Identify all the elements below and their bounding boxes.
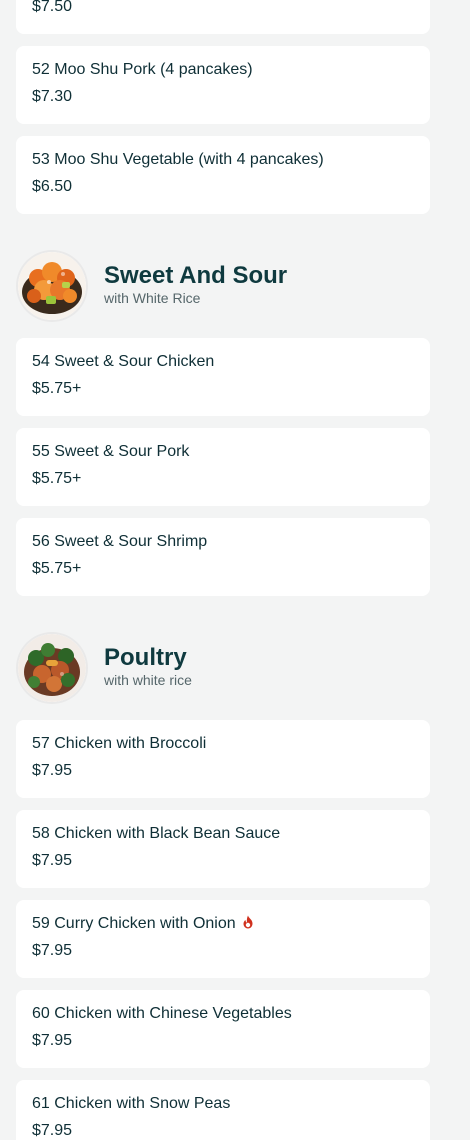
section-header-sweet-and-sour: Sweet And Sour with White Rice — [0, 252, 470, 324]
item-price: $7.95 — [32, 1122, 73, 1139]
menu-item-card[interactable]: $7.50 — [16, 0, 430, 34]
item-price: $7.95 — [32, 762, 73, 779]
item-price: $7.95 — [32, 942, 73, 959]
item-price: $5.75+ — [32, 560, 82, 577]
section-title: Sweet And Sour — [104, 262, 288, 289]
item-price: $7.50 — [32, 0, 73, 15]
item-name: 56 Sweet & Sour Shrimp — [32, 533, 208, 550]
item-price: $7.95 — [32, 852, 73, 869]
item-name: 52 Moo Shu Pork (4 pancakes) — [32, 61, 253, 78]
menu-item-card[interactable]: 60 Chicken with Chinese Vegetables $7.95 — [16, 990, 430, 1068]
section-title: Poultry — [104, 644, 187, 671]
section-subtitle: with White Rice — [104, 290, 201, 306]
item-name-row: 59 Curry Chicken with Onion — [32, 915, 254, 934]
item-name: 55 Sweet & Sour Pork — [32, 443, 190, 460]
menu-item-card[interactable]: 54 Sweet & Sour Chicken $5.75+ — [16, 338, 430, 416]
item-name: 60 Chicken with Chinese Vegetables — [32, 1005, 292, 1022]
item-price: $5.75+ — [32, 470, 82, 487]
item-name: 54 Sweet & Sour Chicken — [32, 353, 215, 370]
spicy-flame-icon — [242, 915, 254, 934]
section-header-poultry: Poultry with white rice — [0, 634, 470, 706]
menu-item-card[interactable]: 52 Moo Shu Pork (4 pancakes) $7.30 — [16, 46, 430, 124]
item-price: $7.30 — [32, 88, 73, 105]
menu-item-card[interactable]: 59 Curry Chicken with Onion $7.95 — [16, 900, 430, 978]
menu-item-card[interactable]: 58 Chicken with Black Bean Sauce $7.95 — [16, 810, 430, 888]
poultry-photo — [18, 634, 86, 702]
item-name: 53 Moo Shu Vegetable (with 4 pancakes) — [32, 151, 324, 168]
item-name: 57 Chicken with Broccoli — [32, 735, 207, 752]
section-subtitle: with white rice — [104, 672, 192, 688]
item-price: $5.75+ — [32, 380, 82, 397]
item-name: 61 Chicken with Snow Peas — [32, 1095, 231, 1112]
menu-item-card[interactable]: 56 Sweet & Sour Shrimp $5.75+ — [16, 518, 430, 596]
menu-item-card[interactable]: 53 Moo Shu Vegetable (with 4 pancakes) $… — [16, 136, 430, 214]
menu-item-card[interactable]: 57 Chicken with Broccoli $7.95 — [16, 720, 430, 798]
item-price: $7.95 — [32, 1032, 73, 1049]
item-name: 58 Chicken with Black Bean Sauce — [32, 825, 281, 842]
item-price: $6.50 — [32, 178, 73, 195]
item-name: 59 Curry Chicken with Onion — [32, 915, 236, 932]
menu-page: $7.50 52 Moo Shu Pork (4 pancakes) $7.30… — [0, 0, 470, 1140]
sweet-and-sour-photo — [18, 252, 86, 320]
menu-item-card[interactable]: 61 Chicken with Snow Peas $7.95 — [16, 1080, 430, 1140]
menu-item-card[interactable]: 55 Sweet & Sour Pork $5.75+ — [16, 428, 430, 506]
